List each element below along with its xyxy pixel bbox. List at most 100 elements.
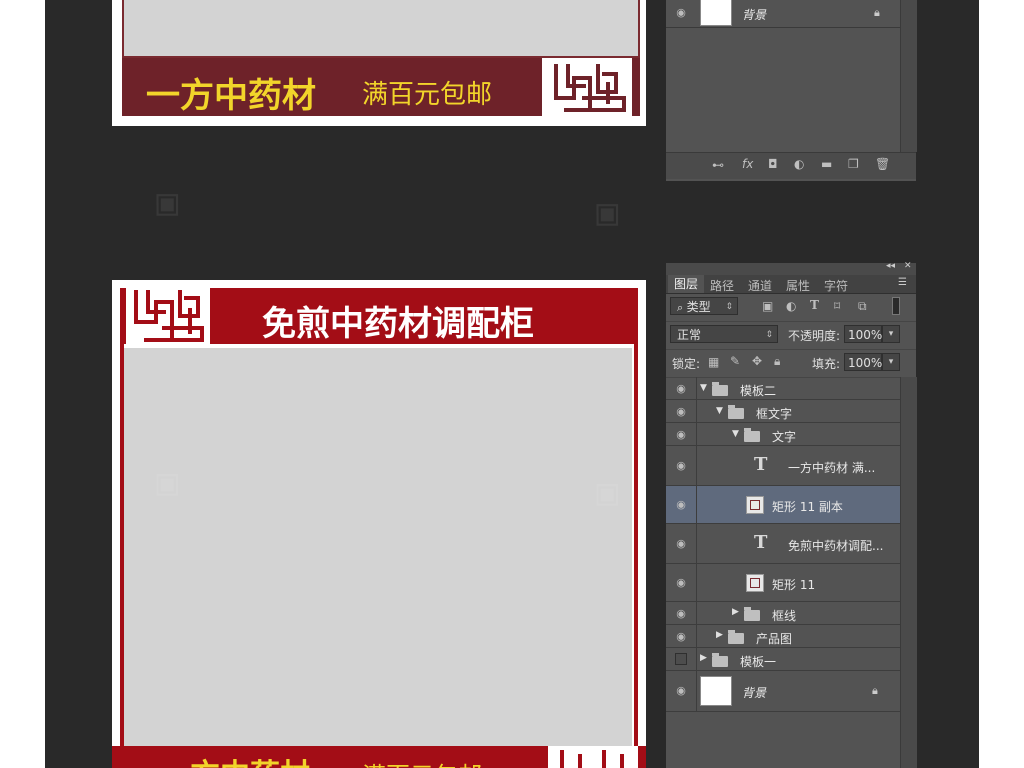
folder-icon xyxy=(712,653,728,667)
layer-row[interactable]: ◉ T 免煎中药材调配... xyxy=(666,524,900,564)
layer-row[interactable]: ▶ 模板一 xyxy=(666,648,900,671)
folder-icon xyxy=(728,630,744,644)
eye-icon[interactable]: ◉ xyxy=(674,630,688,644)
filter-toggle-icon[interactable] xyxy=(892,297,900,315)
lock-icon: 🔒︎ xyxy=(874,6,880,19)
fill-label: 填充: xyxy=(812,357,841,371)
opacity-input[interactable]: 100% xyxy=(844,325,882,343)
new-group-icon[interactable]: ▬ xyxy=(821,157,832,171)
expand-triangle-icon[interactable]: ▼ xyxy=(700,383,707,393)
filter-type-select[interactable]: ⌕ 类型 ⇕ xyxy=(670,297,738,315)
trash-icon[interactable]: 🗑︎ xyxy=(875,157,890,171)
layer-row[interactable]: ◉ ▼ 文字 xyxy=(666,423,900,446)
eye-icon[interactable]: ◉ xyxy=(674,428,688,442)
eye-icon[interactable]: ◉ xyxy=(674,405,688,419)
type-filter-icon[interactable]: T xyxy=(810,298,819,312)
eye-icon[interactable]: ◉ xyxy=(674,684,688,698)
chinese-knot-ornament xyxy=(542,58,632,116)
eye-icon[interactable]: ◉ xyxy=(674,459,688,473)
mask-icon[interactable]: ◘ xyxy=(768,157,778,171)
new-layer-icon[interactable]: ❐ xyxy=(848,157,859,171)
eye-icon[interactable]: ◉ xyxy=(674,382,688,396)
chevron-down-icon: ⇕ xyxy=(765,330,773,340)
lock-all-icon[interactable]: 🔒︎ xyxy=(774,354,780,369)
folder-icon xyxy=(744,607,760,621)
shape-filter-icon[interactable]: ⌑ xyxy=(834,299,840,313)
tab-channels[interactable]: 通道 xyxy=(748,277,772,294)
layer-row[interactable]: ◉ ▼ 框文字 xyxy=(666,400,900,423)
fx-icon[interactable]: fx xyxy=(742,157,753,171)
link-layers-icon[interactable]: ⊷ xyxy=(712,158,724,172)
layer-row-background[interactable]: ◉ 背景 🔒︎ xyxy=(666,671,900,712)
layer-row-selected[interactable]: ◉ 矩形 11 副本 xyxy=(666,486,900,524)
folder-icon xyxy=(744,428,760,442)
tab-layers[interactable]: 图层 xyxy=(668,275,705,293)
chinese-knot-ornament xyxy=(126,286,210,344)
filter-row: ⌕ 类型 ⇕ ▣ ◐ T ⌑ ⧉ xyxy=(666,293,916,322)
collapse-triangle-icon[interactable]: ▶ xyxy=(700,653,707,663)
panel-menu-icon[interactable]: ☰ xyxy=(898,277,907,288)
lock-transparent-icon[interactable]: ▦ xyxy=(708,355,719,369)
product-photo-placeholder xyxy=(122,0,640,58)
eye-icon[interactable]: ◉ xyxy=(674,6,688,20)
close-icon[interactable]: ✕ xyxy=(904,261,912,271)
layer-thumbnail xyxy=(700,676,732,706)
layer-row-background[interactable]: ◉ 背景 🔒︎ xyxy=(666,0,900,28)
left-margin xyxy=(0,0,45,768)
expand-triangle-icon[interactable]: ▼ xyxy=(716,406,723,416)
layer-name: 产品图 xyxy=(756,632,793,646)
text-layer-icon: T xyxy=(754,454,768,475)
opacity-dropdown-button[interactable]: ▾ xyxy=(882,325,900,343)
panel-scrollbar[interactable] xyxy=(900,377,917,768)
pixel-filter-icon[interactable]: ▣ xyxy=(762,299,773,313)
fill-input[interactable]: 100% xyxy=(844,353,882,371)
blend-mode-select[interactable]: 正常 ⇕ xyxy=(670,325,778,343)
tab-character[interactable]: 字符 xyxy=(824,277,848,294)
template-two-preview: 免煎中药材调配柜 一方中药材 满百元包邮 xyxy=(112,280,646,768)
layer-name: 背景 xyxy=(742,686,767,700)
smart-object-filter-icon[interactable]: ⧉ xyxy=(858,299,867,314)
opacity-label: 不透明度: xyxy=(788,329,841,343)
adjustment-icon[interactable]: ◐ xyxy=(794,157,804,171)
search-icon: ⌕ xyxy=(677,301,687,314)
layer-row[interactable]: ◉ T 一方中药材 满... xyxy=(666,446,900,486)
eye-icon[interactable]: ◉ xyxy=(674,576,688,590)
text-layer-icon: T xyxy=(754,532,768,553)
banner-big-text: 一方中药材 xyxy=(160,750,310,768)
lock-row: 锁定: ▦ ✎ ✥ 🔒︎ 填充: 100% ▾ xyxy=(666,349,916,378)
lock-position-icon[interactable]: ✥ xyxy=(752,354,762,368)
adjustment-filter-icon[interactable]: ◐ xyxy=(786,299,796,313)
panel-tabs: 图层 路径 通道 属性 字符 ☰ xyxy=(666,275,916,294)
eye-icon[interactable]: ◉ xyxy=(674,498,688,512)
collapse-triangle-icon[interactable]: ▶ xyxy=(732,607,739,617)
layer-row[interactable]: ◉ ▼ 模板二 xyxy=(666,377,900,400)
layer-row[interactable]: ◉ 矩形 11 xyxy=(666,564,900,602)
blend-row: 正常 ⇕ 不透明度: 100% ▾ xyxy=(666,321,916,350)
shape-layer-thumbnail xyxy=(746,496,764,514)
layer-name: 框文字 xyxy=(756,407,793,421)
layer-name: 模板二 xyxy=(740,384,777,398)
layer-list: ◉ ▼ 模板二 ◉ ▼ 框文字 ◉ ▼ 文字 ◉ T 一方中药材 满... ◉ xyxy=(666,377,900,712)
lock-image-icon[interactable]: ✎ xyxy=(730,354,740,368)
opacity-value: 100% xyxy=(848,328,883,342)
tab-paths[interactable]: 路径 xyxy=(710,277,734,294)
layer-row[interactable]: ◉ ▶ 框线 xyxy=(666,602,900,625)
layer-name: 矩形 11 xyxy=(772,578,816,592)
banner-small-text: 满百元包邮 xyxy=(362,80,493,110)
eye-icon[interactable]: ◉ xyxy=(674,607,688,621)
tab-properties[interactable]: 属性 xyxy=(786,277,810,294)
eye-icon[interactable]: ◉ xyxy=(674,537,688,551)
filter-type-value: 类型 xyxy=(686,300,711,314)
fill-dropdown-button[interactable]: ▾ xyxy=(882,353,900,371)
expand-triangle-icon[interactable]: ▼ xyxy=(732,429,739,439)
layer-row[interactable]: ◉ ▶ 产品图 xyxy=(666,625,900,648)
visibility-toggle-empty[interactable] xyxy=(675,653,687,665)
lock-label: 锁定: xyxy=(672,357,701,371)
collapse-triangle-icon[interactable]: ▶ xyxy=(716,630,723,640)
layer-name: 矩形 11 副本 xyxy=(772,500,843,514)
layer-name: 免煎中药材调配... xyxy=(788,539,884,553)
panel-scrollbar[interactable] xyxy=(900,0,917,152)
shape-layer-thumbnail xyxy=(746,574,764,592)
layers-panel-top: ◉ 背景 🔒︎ ⊷ fx ◘ ◐ ▬ ❐ 🗑︎ xyxy=(666,0,917,181)
collapse-icon[interactable]: ◂◂ xyxy=(886,261,895,271)
